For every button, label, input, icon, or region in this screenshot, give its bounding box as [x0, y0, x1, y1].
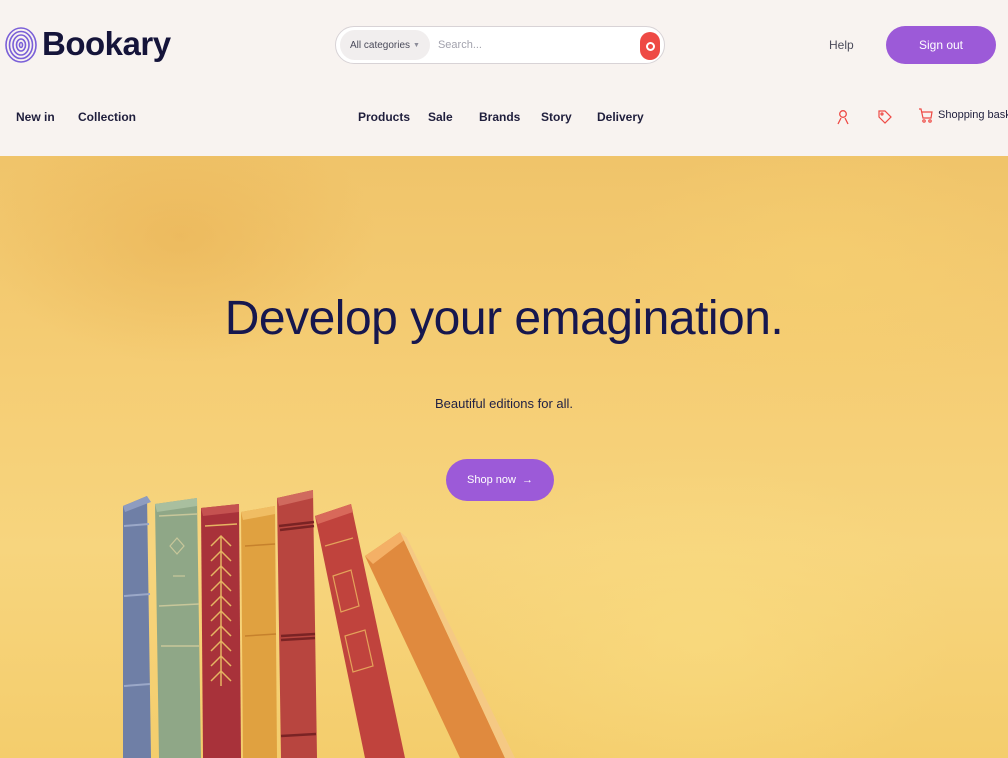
arrow-right-icon: →	[521, 474, 533, 486]
hero-subtitle: Beautiful editions for all.	[434, 396, 574, 411]
shopping-basket-link[interactable]: Shopping basket	[918, 107, 1008, 123]
search-icon	[645, 41, 655, 51]
category-label: All categories	[350, 39, 411, 51]
user-icon	[837, 110, 849, 125]
shop-now-label: Shop now	[467, 474, 516, 486]
chevron-down-icon: ▼	[413, 41, 420, 49]
logo[interactable]: Bookary	[4, 24, 171, 64]
account-button[interactable]	[834, 107, 852, 127]
tag-icon	[878, 110, 892, 124]
nav-new-in[interactable]: New in	[16, 110, 55, 124]
category-select[interactable]: All categories ▼	[340, 30, 430, 60]
book-green	[155, 498, 201, 758]
sign-out-button[interactable]: Sign out	[886, 26, 996, 64]
search-bar: All categories ▼	[335, 26, 665, 64]
cart-icon	[919, 108, 933, 123]
nav-brands[interactable]: Brands	[479, 110, 520, 124]
main-nav: New in Collection Products Sale Brands S…	[0, 90, 1008, 156]
search-input[interactable]	[437, 39, 638, 51]
nav-story[interactable]: Story	[541, 110, 572, 124]
nav-products[interactable]: Products	[358, 110, 410, 124]
search-button[interactable]	[640, 32, 660, 60]
book-blue	[123, 496, 151, 758]
book-red-patterned	[201, 504, 241, 758]
nav-collection[interactable]: Collection	[78, 110, 136, 124]
basket-label: Shopping basket	[938, 109, 1008, 121]
brand-name: Bookary	[42, 25, 171, 62]
hero-banner: Develop your emagination. Beautiful edit…	[0, 156, 1008, 758]
tags-button[interactable]	[876, 107, 894, 127]
fingerprint-logo-icon	[5, 27, 37, 63]
nav-sale[interactable]: Sale	[428, 110, 453, 124]
book-dark-red	[277, 490, 317, 758]
top-header: Bookary All categories ▼ Help Sign out	[0, 0, 1008, 90]
nav-delivery[interactable]: Delivery	[597, 110, 644, 124]
book-mustard	[241, 506, 277, 758]
books-illustration	[123, 490, 515, 758]
hero-title: Develop your emagination.	[224, 292, 784, 345]
help-link[interactable]: Help	[829, 38, 854, 52]
